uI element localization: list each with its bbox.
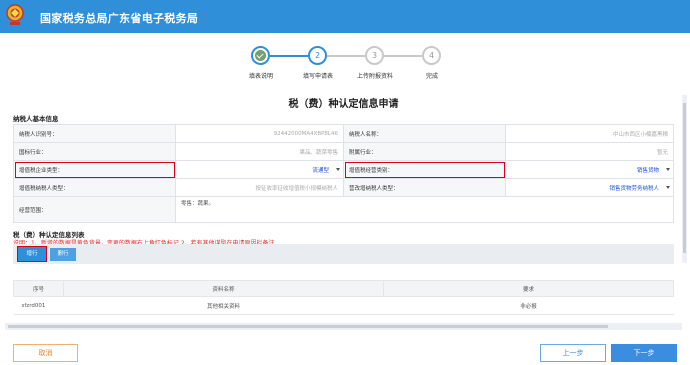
business-scope-value: 零售：蔬果。 (175, 196, 674, 223)
step-connector (327, 55, 365, 57)
top-banner: 国家税务总局广东省电子税务局 (0, 0, 690, 33)
vat-enterprise-type-select[interactable]: 流通型 (175, 160, 344, 179)
step-4-circle: 4 (422, 46, 441, 65)
reform-taxpayer-type-label: 营改增纳税人类型： (343, 178, 506, 197)
attachment-table: 序号 资料名称 要求 sfzrd001 其他相关资料 非必报 (13, 280, 674, 315)
delete-row-button[interactable]: 删行 (50, 248, 76, 261)
form-title: 税（费）种认定信息申请 (288, 99, 399, 110)
taxpayer-id-value: 92442000MA4XBP8L46 (175, 124, 344, 143)
reform-taxpayer-type-select[interactable]: 销售货物劳务纳税人 (505, 178, 674, 197)
dropdown-arrow-icon[interactable] (666, 168, 670, 171)
business-scope-label: 经营范围： (13, 196, 176, 223)
vat-enterprise-type-label: 增值税企业类型： (13, 160, 176, 179)
column-header-name: 资料名称 (63, 280, 384, 297)
industry-label: 国标行业： (13, 142, 176, 161)
step-3-circle: 3 (365, 46, 384, 65)
reform-taxpayer-type-value: 销售货物劳务纳税人 (609, 185, 659, 192)
vat-business-category-label: 增值税经营类别： (343, 160, 506, 179)
progress-stepper: 2 3 4 填表说明 填写申请表 上传附报资料 完成 (240, 43, 450, 83)
sub-industry-label: 附属行业： (343, 142, 506, 161)
row-id: sfzrd001 (13, 296, 64, 315)
application-form: 税（费）种认定信息申请 纳税人基本信息 纳税人识别号： 92442000MA4X… (5, 92, 682, 360)
next-step-button[interactable]: 下一步 (611, 344, 677, 362)
dropdown-arrow-icon[interactable] (666, 186, 670, 189)
taxpayer-name-value: 中山市西区小楠嘉黑粮 (505, 124, 674, 143)
cancel-button[interactable]: 取消 (13, 344, 78, 362)
column-header-index: 序号 (13, 280, 64, 297)
column-header-requirement: 要求 (383, 280, 674, 297)
vat-enterprise-type-value: 流通型 (312, 167, 329, 174)
step-3-label: 上传附报资料 (356, 73, 394, 80)
vertical-scrollbar[interactable] (682, 95, 687, 263)
vat-business-category-value: 销售货物 (636, 167, 659, 174)
step-2-label: 填写申请表 (302, 73, 334, 80)
dropdown-arrow-icon[interactable] (336, 168, 340, 171)
tax-emblem-icon (6, 4, 24, 25)
previous-step-button[interactable]: 上一步 (540, 344, 606, 362)
horizontal-scrollbar[interactable] (5, 323, 682, 330)
taxpayer-info-table: 纳税人识别号： 92442000MA4XBP8L46 纳税人名称： 中山市西区小… (13, 124, 674, 223)
sub-industry-value: 暂无 (505, 142, 674, 161)
step-connector (270, 55, 308, 57)
step-4-label: 完成 (425, 73, 439, 80)
step-connector (384, 55, 422, 57)
checkmark-icon (255, 50, 266, 61)
basic-info-heading: 纳税人基本信息 (13, 115, 59, 123)
add-row-button[interactable]: 增行 (17, 246, 47, 262)
row-doc-name: 其他相关资料 (63, 296, 384, 315)
step-2-circle: 2 (308, 46, 327, 65)
taxpayer-id-label: 纳税人识别号： (13, 124, 176, 143)
step-1-circle (251, 46, 270, 65)
step-1-label: 填表说明 (248, 73, 274, 80)
vat-taxpayer-type-value: 按征收率征收增值税小规模纳税人 (175, 178, 344, 197)
table-row[interactable]: sfzrd001 其他相关资料 非必报 (13, 296, 674, 315)
list-toolbar (13, 244, 674, 264)
industry-value: 果品、蔬菜零售 (175, 142, 344, 161)
site-title: 国家税务总局广东省电子税务局 (40, 12, 199, 25)
scroll-thumb[interactable] (683, 103, 686, 253)
taxpayer-name-label: 纳税人名称： (343, 124, 506, 143)
vat-taxpayer-type-label: 增值税纳税人类型： (13, 178, 176, 197)
vat-business-category-select[interactable]: 销售货物 (505, 160, 674, 179)
scroll-thumb[interactable] (8, 325, 608, 328)
row-requirement: 非必报 (383, 296, 674, 315)
